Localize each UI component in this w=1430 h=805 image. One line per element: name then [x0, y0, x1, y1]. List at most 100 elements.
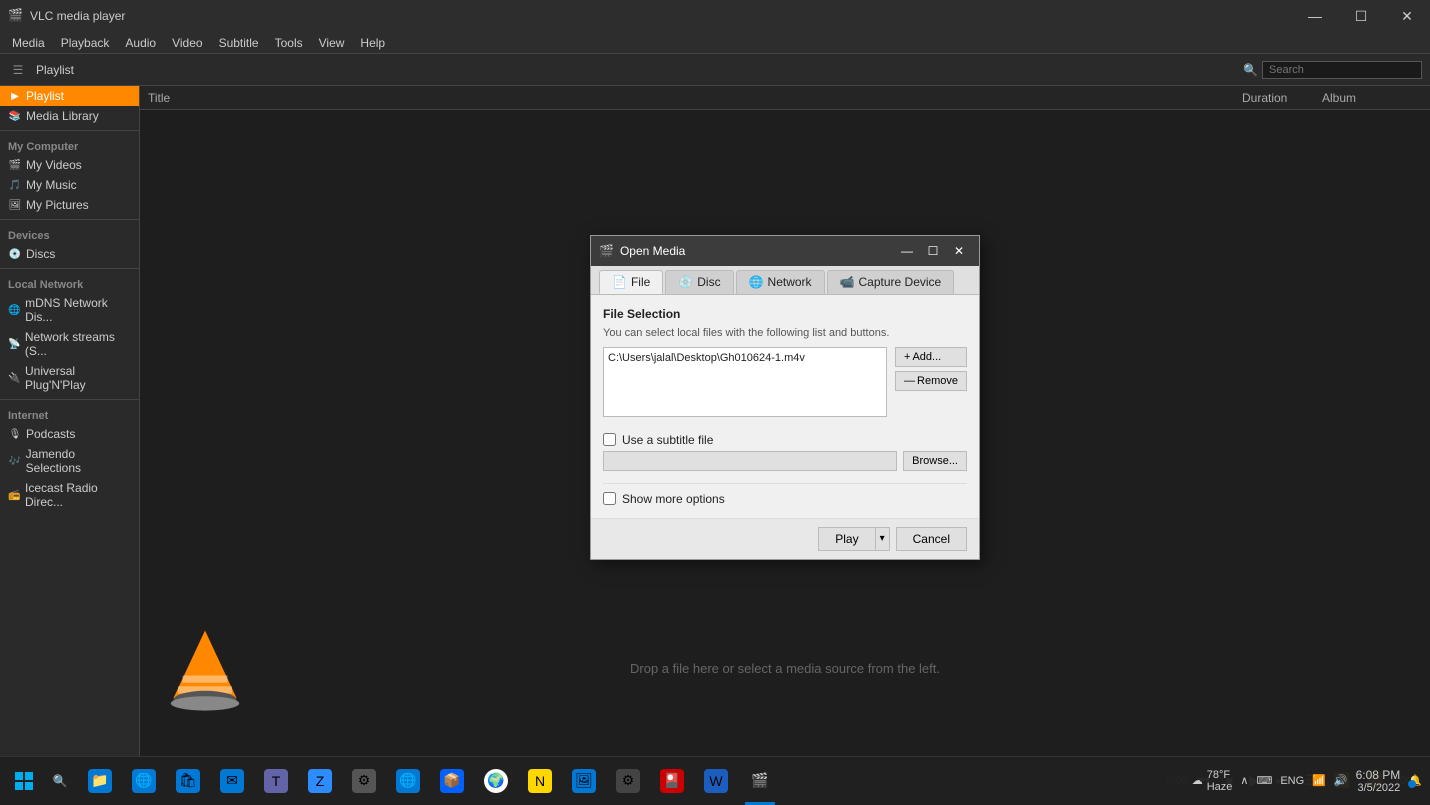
subtitle-label[interactable]: Use a subtitle file	[622, 433, 713, 447]
taskbar-app-teams[interactable]: T	[256, 757, 296, 805]
menu-help[interactable]: Help	[352, 34, 393, 52]
internet-label: Internet	[0, 404, 139, 424]
capture-tab-icon: 📹	[840, 275, 855, 289]
sidebar-item-music[interactable]: 🎵 My Music	[0, 175, 139, 195]
file-tab-label: File	[631, 275, 650, 289]
menu-video[interactable]: Video	[164, 34, 210, 52]
subtitle-checkbox[interactable]	[603, 433, 616, 446]
menu-playback[interactable]: Playback	[53, 34, 118, 52]
volume-icon[interactable]: 🔊	[1334, 774, 1348, 787]
taskbar-app-word[interactable]: W	[696, 757, 736, 805]
norton-icon: N	[528, 769, 552, 793]
menu-view[interactable]: View	[311, 34, 353, 52]
playlist-toggle-icon[interactable]: ☰	[8, 60, 28, 80]
sidebar-item-media-library[interactable]: 📚 Media Library	[0, 106, 139, 126]
dialog-titlebar: 🎬 Open Media — ☐ ✕	[591, 236, 979, 266]
file-list: C:\Users\jalal\Desktop\Gh010624-1.m4v	[603, 347, 887, 417]
library-icon: 📚	[8, 109, 22, 123]
play-dropdown-button[interactable]: ▾	[876, 527, 890, 551]
browse-button[interactable]: Browse...	[903, 451, 967, 471]
main-layout: ▶ Playlist 📚 Media Library My Computer 🎬…	[0, 86, 1430, 756]
sidebar-podcasts-label: Podcasts	[26, 427, 75, 441]
add-file-button[interactable]: + Add...	[895, 347, 967, 367]
chrome-icon: 🌍	[484, 769, 508, 793]
sidebar-item-mdns[interactable]: 🌐 mDNS Network Dis...	[0, 293, 139, 327]
taskbar-app-vlc[interactable]: 🎬	[740, 757, 780, 805]
keyboard-icon: ⌨	[1256, 774, 1272, 787]
mdns-icon: 🌐	[8, 303, 21, 317]
tab-capture[interactable]: 📹 Capture Device	[827, 270, 955, 294]
network-tab-label: Network	[768, 275, 812, 289]
taskbar-search[interactable]: 🔍	[44, 765, 76, 797]
taskbar-app-explorer[interactable]: 📁	[80, 757, 120, 805]
taskbar-app-app10[interactable]: 🎴	[652, 757, 692, 805]
menu-subtitle[interactable]: Subtitle	[211, 34, 267, 52]
taskbar-app-photos[interactable]: 🖼	[564, 757, 604, 805]
dialog-maximize-button[interactable]: ☐	[921, 239, 945, 263]
tab-disc[interactable]: 💿 Disc	[665, 270, 733, 294]
remove-file-button[interactable]: — Remove	[895, 371, 967, 391]
sidebar-icecast-label: Icecast Radio Direc...	[25, 481, 131, 509]
taskbar-app-norton[interactable]: N	[520, 757, 560, 805]
notification-icon[interactable]: 🔔	[1408, 774, 1422, 787]
store-icon: 🛍	[176, 769, 200, 793]
dialog-close-button[interactable]: ✕	[947, 239, 971, 263]
title-bar: 🎬 VLC media player — ☐ ✕	[0, 0, 1430, 32]
taskbar-app-mail[interactable]: ✉	[212, 757, 252, 805]
tab-file[interactable]: 📄 File	[599, 270, 663, 294]
taskbar-app-dropbox[interactable]: 📦	[432, 757, 472, 805]
dialog-tabs: 📄 File 💿 Disc 🌐 Network 📹 Capture Device	[591, 266, 979, 295]
sidebar-playlist-label: Playlist	[26, 89, 64, 103]
sidebar-item-jamendo[interactable]: 🎶 Jamendo Selections	[0, 444, 139, 478]
edge-icon: 🌐	[132, 769, 156, 793]
cancel-button[interactable]: Cancel	[896, 527, 967, 551]
menu-media[interactable]: Media	[4, 34, 53, 52]
disc-tab-icon: 💿	[678, 275, 693, 289]
play-button[interactable]: Play	[818, 527, 875, 551]
close-button[interactable]: ✕	[1384, 0, 1430, 32]
menu-audio[interactable]: Audio	[117, 34, 164, 52]
language-label[interactable]: ENG	[1280, 775, 1304, 787]
dialog-minimize-button[interactable]: —	[895, 239, 919, 263]
subtitle-file-input[interactable]	[603, 451, 897, 471]
vlc-active-indicator	[745, 802, 775, 805]
weather-info: 78°F Haze	[1207, 769, 1233, 793]
tab-network[interactable]: 🌐 Network	[736, 270, 825, 294]
upnp-icon: 🔌	[8, 371, 21, 385]
taskbar-app-store[interactable]: 🛍	[168, 757, 208, 805]
sidebar-item-podcasts[interactable]: 🎙 Podcasts	[0, 424, 139, 444]
clock[interactable]: 6:08 PM 3/5/2022	[1356, 768, 1401, 794]
taskbar-app-settings2[interactable]: ⚙	[608, 757, 648, 805]
my-computer-label: My Computer	[0, 135, 139, 155]
dropbox-icon: 📦	[440, 769, 464, 793]
menu-tools[interactable]: Tools	[267, 34, 311, 52]
wifi-icon: 📶	[1312, 774, 1326, 787]
taskbar-app-zoom[interactable]: Z	[300, 757, 340, 805]
weather-icon: ☁	[1192, 774, 1203, 787]
sidebar-divider-1	[0, 130, 139, 131]
sidebar-item-playlist[interactable]: ▶ Playlist	[0, 86, 139, 106]
sidebar-item-videos[interactable]: 🎬 My Videos	[0, 155, 139, 175]
minimize-button[interactable]: —	[1292, 0, 1338, 32]
subtitle-checkbox-row: Use a subtitle file	[603, 433, 967, 447]
show-more-checkbox[interactable]	[603, 492, 616, 505]
file-path: C:\Users\jalal\Desktop\Gh010624-1.m4v	[608, 352, 882, 364]
taskbar: 🔍 📁 🌐 🛍 ✉ T Z ⚙ 🌐 📦 🌍 N 🖼 ⚙ 🎴 W	[0, 756, 1430, 804]
weather-condition: Haze	[1207, 781, 1233, 793]
sidebar-item-network-streams[interactable]: 📡 Network streams (S...	[0, 327, 139, 361]
taskbar-app-settings[interactable]: ⚙	[344, 757, 384, 805]
sidebar-item-discs[interactable]: 💿 Discs	[0, 244, 139, 264]
playlist-title: Playlist	[36, 63, 74, 77]
start-button[interactable]	[8, 765, 40, 797]
sidebar-item-upnp[interactable]: 🔌 Universal Plug'N'Play	[0, 361, 139, 395]
podcasts-icon: 🎙	[8, 427, 22, 441]
sidebar-item-pictures[interactable]: 🖼 My Pictures	[0, 195, 139, 215]
taskbar-app-chrome[interactable]: 🌍	[476, 757, 516, 805]
search-input[interactable]	[1262, 61, 1422, 79]
show-more-label[interactable]: Show more options	[622, 492, 725, 506]
taskbar-app-edge[interactable]: 🌐	[124, 757, 164, 805]
sidebar-item-icecast[interactable]: 📻 Icecast Radio Direc...	[0, 478, 139, 512]
weather-widget[interactable]: ☁ 78°F Haze	[1192, 769, 1233, 793]
maximize-button[interactable]: ☐	[1338, 0, 1384, 32]
taskbar-app-edge2[interactable]: 🌐	[388, 757, 428, 805]
